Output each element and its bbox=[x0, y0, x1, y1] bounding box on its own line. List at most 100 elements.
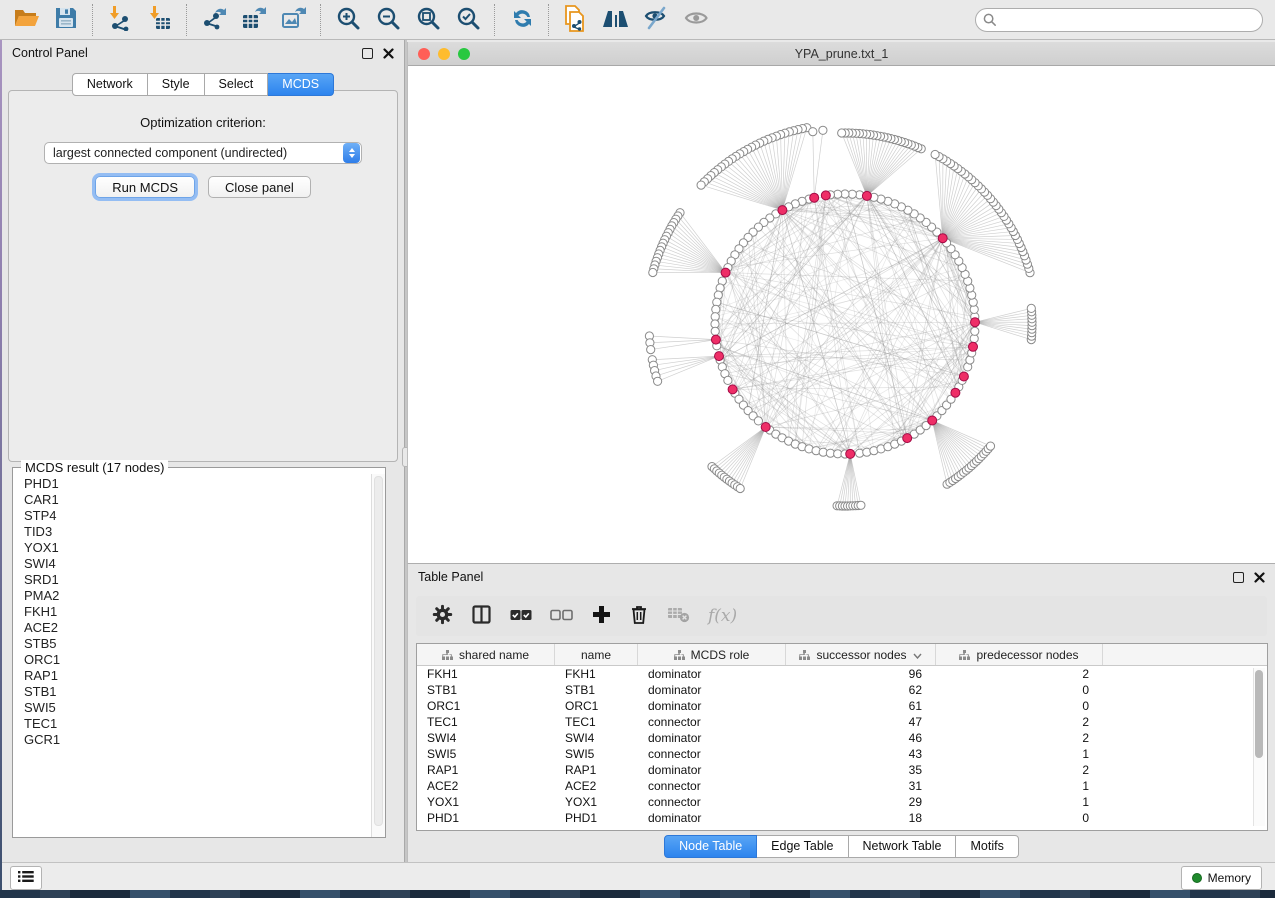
tab-motifs[interactable]: Motifs bbox=[956, 835, 1018, 858]
mcds-node[interactable] bbox=[938, 234, 947, 243]
tab-network[interactable]: Network bbox=[72, 73, 148, 96]
mcds-node[interactable] bbox=[951, 388, 960, 397]
mcds-node[interactable] bbox=[903, 434, 912, 443]
table-row[interactable]: FKH1FKH1dominator962 bbox=[417, 666, 1267, 682]
column-header-MCDS-role[interactable]: MCDS role bbox=[638, 644, 786, 665]
mcds-result-item[interactable]: STB1 bbox=[14, 684, 372, 700]
copy-network-button[interactable] bbox=[556, 3, 596, 37]
export-image-button[interactable] bbox=[274, 3, 314, 37]
table-row[interactable]: TEC1TEC1connector472 bbox=[417, 714, 1267, 730]
network-node[interactable] bbox=[647, 346, 655, 354]
mcds-result-item[interactable]: SWI4 bbox=[14, 556, 372, 572]
network-node[interactable] bbox=[736, 484, 744, 492]
network-node[interactable] bbox=[838, 129, 846, 137]
zoom-fit-button[interactable] bbox=[408, 3, 448, 37]
network-node[interactable] bbox=[1027, 304, 1035, 312]
float-panel-icon[interactable] bbox=[362, 48, 373, 59]
tab-style[interactable]: Style bbox=[148, 73, 205, 96]
mcds-result-item[interactable]: CAR1 bbox=[14, 492, 372, 508]
table-row[interactable]: YOX1YOX1connector291 bbox=[417, 794, 1267, 810]
mcds-result-item[interactable]: STB5 bbox=[14, 636, 372, 652]
mcds-result-scrollbar[interactable] bbox=[371, 474, 385, 837]
close-panel-button[interactable]: Close panel bbox=[208, 176, 311, 198]
table-row[interactable]: SWI4SWI4dominator462 bbox=[417, 730, 1267, 746]
tab-edge-table[interactable]: Edge Table bbox=[757, 835, 848, 858]
network-node[interactable] bbox=[809, 128, 817, 136]
open-session-button[interactable] bbox=[6, 3, 46, 37]
network-node[interactable] bbox=[971, 327, 979, 335]
mcds-node[interactable] bbox=[721, 268, 730, 277]
clear-table-button[interactable] bbox=[667, 606, 690, 626]
zoom-out-button[interactable] bbox=[368, 3, 408, 37]
tab-mcds[interactable]: MCDS bbox=[268, 73, 334, 96]
import-network-button[interactable] bbox=[100, 3, 140, 37]
task-history-button[interactable] bbox=[10, 866, 42, 890]
network-node[interactable] bbox=[724, 376, 732, 384]
network-node[interactable] bbox=[711, 327, 719, 335]
mcds-result-item[interactable]: SRD1 bbox=[14, 572, 372, 588]
import-table-button[interactable] bbox=[140, 3, 180, 37]
network-node[interactable] bbox=[654, 377, 662, 385]
close-panel-icon[interactable] bbox=[1254, 572, 1265, 583]
mcds-result-item[interactable]: FKH1 bbox=[14, 604, 372, 620]
column-header-successor-nodes[interactable]: successor nodes bbox=[786, 644, 936, 665]
mcds-node[interactable] bbox=[728, 385, 737, 394]
mcds-result-item[interactable]: PMA2 bbox=[14, 588, 372, 604]
tab-network-table[interactable]: Network Table bbox=[849, 835, 957, 858]
network-canvas[interactable] bbox=[408, 66, 1275, 563]
network-node[interactable] bbox=[931, 150, 939, 158]
table-scrollbar[interactable] bbox=[1253, 668, 1265, 826]
mcds-node[interactable] bbox=[959, 372, 968, 381]
mcds-result-item[interactable]: STP4 bbox=[14, 508, 372, 524]
mcds-node[interactable] bbox=[810, 193, 819, 202]
zoom-selected-button[interactable] bbox=[448, 3, 488, 37]
export-network-button[interactable] bbox=[194, 3, 234, 37]
zoom-in-button[interactable] bbox=[328, 3, 368, 37]
mcds-result-item[interactable]: SWI5 bbox=[14, 700, 372, 716]
mcds-node[interactable] bbox=[711, 335, 720, 344]
mcds-result-item[interactable]: ORC1 bbox=[14, 652, 372, 668]
search-input[interactable] bbox=[975, 8, 1263, 32]
criterion-select[interactable]: largest connected component (undirected) bbox=[44, 142, 362, 164]
mcds-node[interactable] bbox=[969, 342, 978, 351]
function-builder-button[interactable]: f(x) bbox=[708, 606, 737, 626]
hide-selected-button[interactable] bbox=[636, 3, 676, 37]
delete-column-button[interactable] bbox=[629, 604, 649, 628]
mcds-result-item[interactable]: PHD1 bbox=[14, 476, 372, 492]
mcds-node[interactable] bbox=[778, 206, 787, 215]
network-node[interactable] bbox=[857, 501, 865, 509]
run-mcds-button[interactable]: Run MCDS bbox=[95, 176, 195, 198]
table-settings-button[interactable] bbox=[432, 604, 453, 628]
column-chooser-button[interactable] bbox=[471, 604, 492, 628]
mcds-result-item[interactable]: ACE2 bbox=[14, 620, 372, 636]
mcds-node[interactable] bbox=[846, 449, 855, 458]
network-node[interactable] bbox=[754, 417, 762, 425]
mcds-result-item[interactable]: TEC1 bbox=[14, 716, 372, 732]
mcds-result-item[interactable]: YOX1 bbox=[14, 540, 372, 556]
mcds-node[interactable] bbox=[928, 416, 937, 425]
mcds-node[interactable] bbox=[821, 191, 830, 200]
memory-button[interactable]: Memory bbox=[1181, 866, 1262, 890]
table-row[interactable]: SWI5SWI5connector431 bbox=[417, 746, 1267, 762]
mcds-result-item[interactable]: GCR1 bbox=[14, 732, 372, 748]
network-node[interactable] bbox=[649, 268, 657, 276]
table-row[interactable]: ORC1ORC1dominator610 bbox=[417, 698, 1267, 714]
refresh-layout-button[interactable] bbox=[502, 3, 542, 37]
export-table-button[interactable] bbox=[234, 3, 274, 37]
first-neighbors-button[interactable] bbox=[596, 3, 636, 37]
mcds-node[interactable] bbox=[761, 423, 770, 432]
tab-select[interactable]: Select bbox=[205, 73, 269, 96]
mcds-result-list[interactable]: PHD1CAR1STP4TID3YOX1SWI4SRD1PMA2FKH1ACE2… bbox=[14, 476, 372, 836]
network-node[interactable] bbox=[986, 442, 994, 450]
tab-node-table[interactable]: Node Table bbox=[664, 835, 757, 858]
add-column-button[interactable] bbox=[592, 605, 611, 627]
network-window-titlebar[interactable]: YPA_prune.txt_1 bbox=[408, 42, 1275, 66]
column-header-predecessor-nodes[interactable]: predecessor nodes bbox=[936, 644, 1103, 665]
float-panel-icon[interactable] bbox=[1233, 572, 1244, 583]
network-node[interactable] bbox=[819, 126, 827, 134]
table-row[interactable]: STB1STB1dominator620 bbox=[417, 682, 1267, 698]
close-panel-icon[interactable] bbox=[383, 48, 394, 59]
show-all-button[interactable] bbox=[676, 3, 716, 37]
table-row[interactable]: PHD1PHD1dominator180 bbox=[417, 810, 1267, 826]
mcds-node[interactable] bbox=[715, 352, 724, 361]
